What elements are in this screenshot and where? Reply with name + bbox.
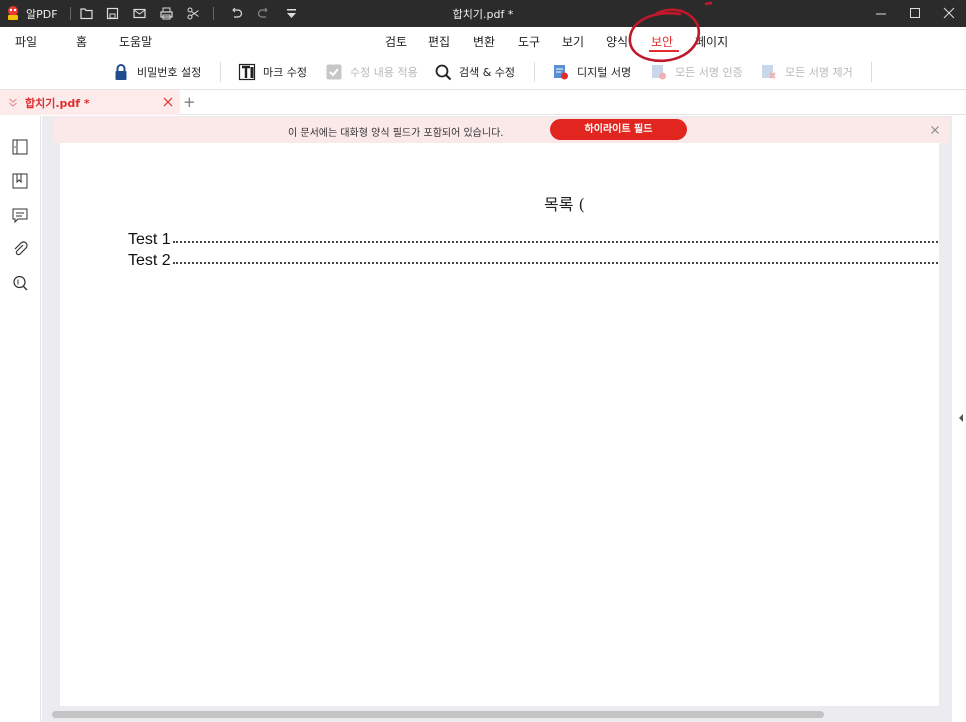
attachment-icon[interactable] [11, 240, 29, 258]
verify-signature-icon [652, 65, 666, 80]
lock-icon [115, 64, 127, 80]
title-bar: 알PDF 합치기.pdf * [0, 0, 966, 27]
digital-signature-button[interactable]: 디지털 서명 [552, 62, 631, 82]
menu-help[interactable]: 도움말 [119, 33, 152, 50]
open-folder-icon[interactable] [78, 5, 95, 22]
expand-right-panel-icon[interactable] [958, 414, 964, 422]
page-thumbnails-icon[interactable] [11, 138, 29, 156]
horizontal-scrollbar[interactable] [52, 711, 824, 718]
pdf-page [60, 143, 939, 706]
active-tab-indicator [649, 50, 679, 52]
document-tab[interactable]: 합치기.pdf * [0, 90, 180, 115]
toolbar-divider [871, 62, 872, 82]
menu-home[interactable]: 홈 [76, 33, 87, 50]
search-icon [435, 64, 452, 81]
tab-convert[interactable]: 변환 [473, 33, 495, 50]
close-window-icon[interactable] [938, 3, 960, 23]
search-redact-button[interactable]: 검색 & 수정 [434, 62, 515, 82]
notice-message: 이 문서에는 대화형 양식 필드가 포함되어 있습니다. [288, 128, 504, 139]
tab-tools[interactable]: 도구 [518, 33, 540, 50]
undo-icon[interactable] [228, 5, 245, 22]
save-icon[interactable] [104, 5, 121, 22]
checkbox-icon [326, 64, 342, 80]
document-tab-label: 합치기.pdf * [25, 97, 90, 110]
toc-entry: Test 2 [128, 250, 938, 270]
toolbar-divider [534, 62, 535, 82]
mark-redaction-button[interactable]: 마크 수정 [238, 62, 307, 82]
divider [70, 7, 71, 20]
document-tab-bar: 합치기.pdf * + [0, 89, 966, 115]
toc-entry-label: Test 1 [128, 231, 171, 248]
close-tab-icon[interactable] [162, 96, 174, 108]
verify-all-signatures-button[interactable]: 모든 서명 인증 [650, 62, 743, 82]
new-tab-button[interactable]: + [183, 93, 196, 111]
quick-access-dropdown-icon[interactable] [283, 5, 300, 22]
mark-redaction-label: 마크 수정 [263, 66, 307, 79]
chevron-down-icon[interactable] [8, 96, 18, 108]
remove-signature-icon [762, 65, 776, 79]
app-logo-icon [8, 6, 18, 20]
verify-all-signatures-label: 모든 서명 인증 [675, 66, 743, 79]
close-notice-icon[interactable] [930, 125, 940, 135]
toc-dot-leader [172, 241, 938, 243]
app-name: 알PDF [26, 8, 58, 21]
menu-file[interactable]: 파일 [15, 33, 37, 50]
highlight-fields-button[interactable]: 하이라이트 필드 [550, 119, 687, 140]
toc-entry-label: Test 2 [128, 252, 171, 269]
apply-redaction-button[interactable]: 수정 내용 적용 [325, 62, 418, 82]
set-password-label: 비밀번호 설정 [137, 66, 202, 79]
divider [213, 7, 214, 20]
left-navigation-panel [0, 116, 41, 722]
text-redact-icon [238, 63, 256, 81]
digital-signature-label: 디지털 서명 [577, 66, 632, 79]
tab-security[interactable]: 보안 [651, 33, 673, 50]
toc-title: 목록 ( [544, 195, 585, 214]
search-panel-icon[interactable] [11, 274, 29, 292]
minimize-icon[interactable] [870, 3, 892, 23]
tab-view[interactable]: 보기 [562, 33, 584, 50]
tab-page[interactable]: 페이지 [695, 33, 728, 50]
bookmark-icon[interactable] [11, 172, 29, 190]
redo-icon[interactable] [255, 5, 272, 22]
tab-edit[interactable]: 편집 [428, 33, 450, 50]
print-icon[interactable] [158, 5, 175, 22]
toc-dot-leader [172, 262, 938, 264]
remove-all-signatures-label: 모든 서명 제거 [785, 66, 853, 79]
maximize-icon[interactable] [904, 3, 926, 23]
ribbon-toolbar: 비밀번호 설정 마크 수정 수정 내용 적용 검색 & 수정 디지털 서명 모든… [0, 56, 966, 88]
tab-forms[interactable]: 양식 [606, 33, 628, 50]
signature-icon [554, 65, 568, 80]
scissors-icon[interactable] [185, 5, 202, 22]
menu-bar: 파일 홈 도움말 검토 편집 변환 도구 보기 양식 보안 페이지 [0, 27, 966, 54]
toc-entry: Test 1 [128, 229, 938, 249]
apply-redaction-label: 수정 내용 적용 [350, 66, 418, 79]
comment-icon[interactable] [11, 206, 29, 224]
tab-review[interactable]: 검토 [385, 33, 407, 50]
set-password-button[interactable]: 비밀번호 설정 [112, 62, 201, 82]
mail-icon[interactable] [131, 5, 148, 22]
toolbar-divider [220, 62, 221, 82]
search-redact-label: 검색 & 수정 [459, 66, 516, 79]
remove-all-signatures-button[interactable]: 모든 서명 제거 [760, 62, 853, 82]
form-fields-notice-bar: 이 문서에는 대화형 양식 필드가 포함되어 있습니다. 하이라이트 필드 [54, 117, 950, 143]
